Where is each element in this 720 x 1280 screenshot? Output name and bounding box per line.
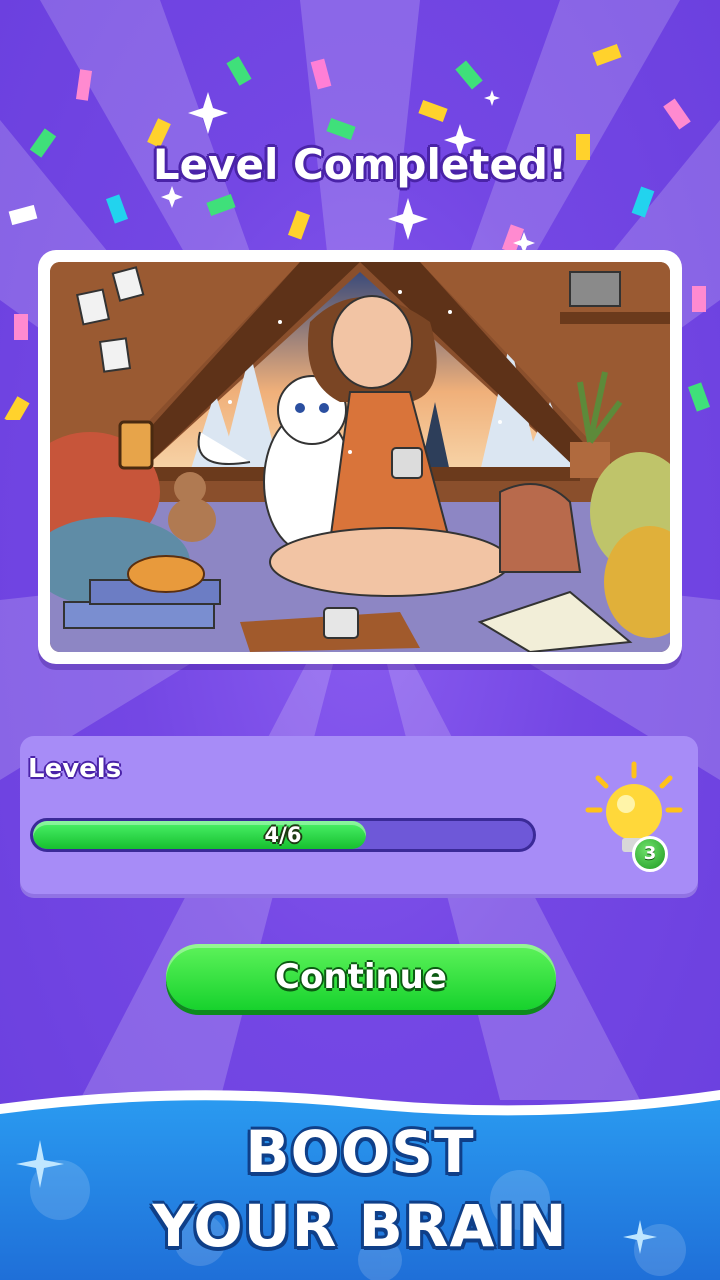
levels-label: Levels	[28, 754, 122, 784]
banner-line-2: YOUR BRAIN	[152, 1192, 568, 1260]
continue-button[interactable]: Continue	[166, 944, 556, 1010]
levels-panel: Levels 4/6 3	[20, 736, 698, 898]
cozy-attic-illustration	[50, 262, 670, 652]
banner-line-1: BOOST	[245, 1118, 475, 1186]
promo-banner: BOOST YOUR BRAIN	[0, 1070, 720, 1280]
hint-count-badge: 3	[632, 836, 668, 872]
levels-progress-text: 4/6	[264, 823, 302, 847]
completed-picture-frame	[38, 250, 682, 664]
page-title: Level Completed!	[152, 140, 568, 189]
levels-progress-bar: 4/6	[30, 818, 536, 852]
